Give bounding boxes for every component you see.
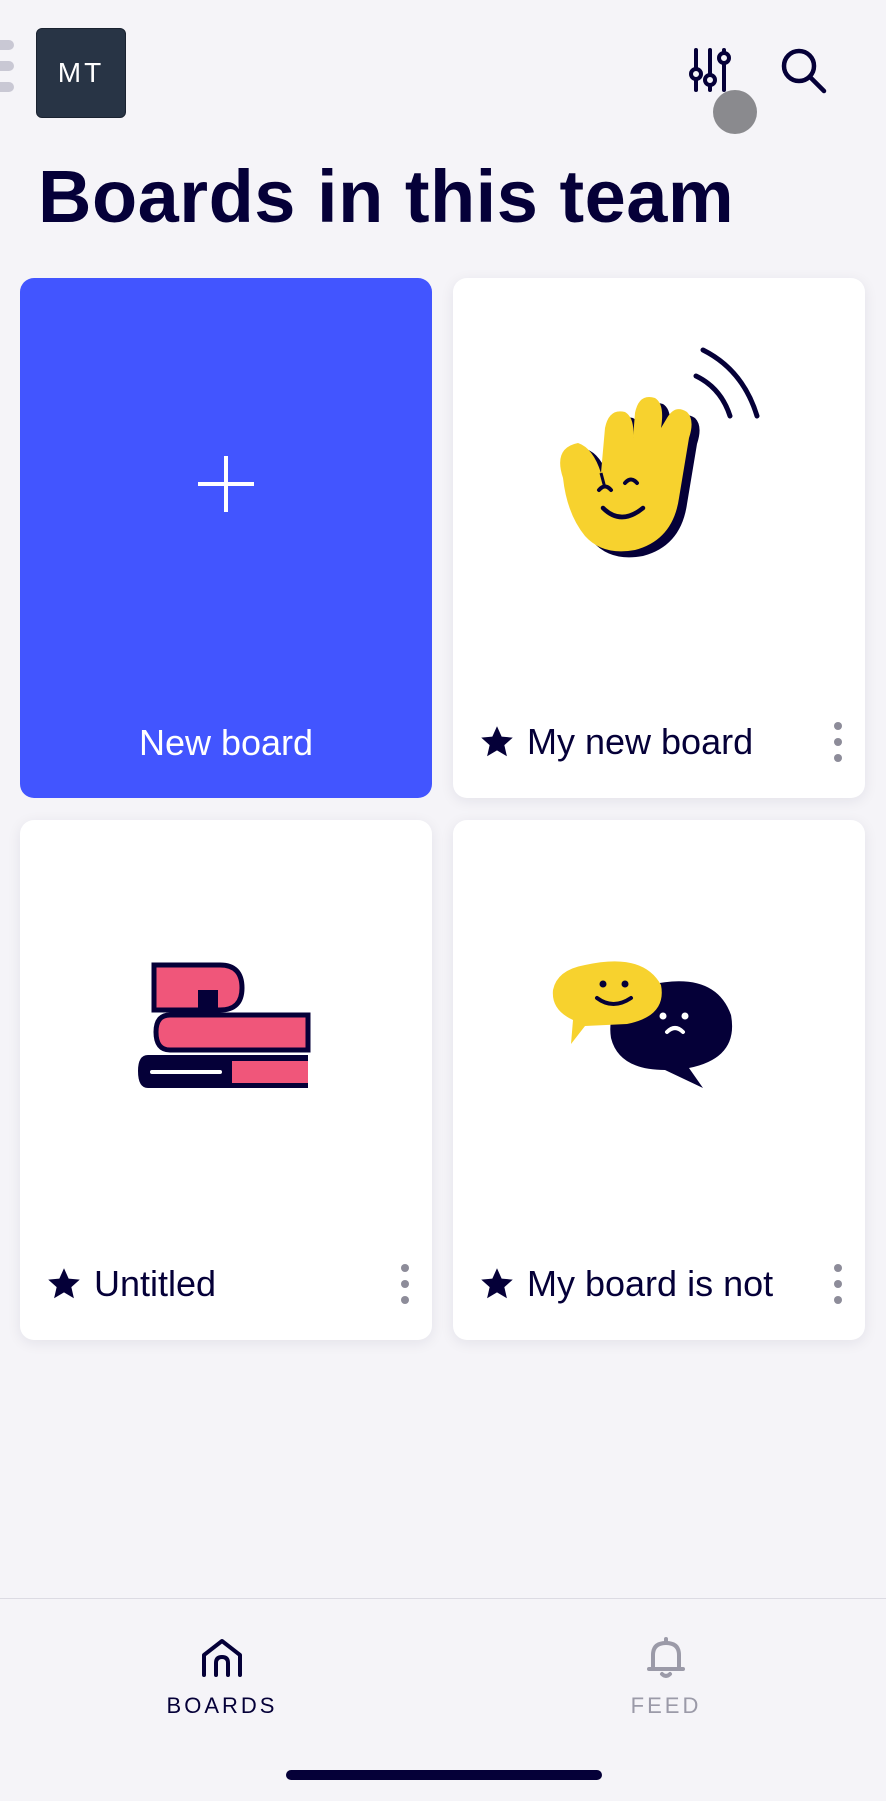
home-icon — [202, 1639, 242, 1677]
tab-feed-label: FEED — [630, 1693, 702, 1718]
search-icon — [781, 48, 827, 94]
bell-icon — [647, 1637, 685, 1678]
page-title: Boards in this team — [38, 155, 735, 238]
star-icon[interactable] — [479, 1266, 515, 1302]
search-button[interactable] — [776, 44, 832, 100]
tab-boards-label: BOARDS — [166, 1693, 278, 1718]
board-card[interactable]: Untitled — [20, 820, 432, 1340]
home-indicator — [286, 1770, 602, 1780]
more-options-button[interactable] — [829, 720, 847, 764]
star-icon[interactable] — [46, 1266, 82, 1302]
board-card[interactable]: My board is not — [453, 820, 865, 1340]
books-icon — [138, 962, 311, 1088]
waving-hand-icon — [560, 347, 760, 558]
more-options-button[interactable] — [829, 1262, 847, 1306]
star-icon[interactable] — [479, 724, 515, 760]
sidebar-handle[interactable] — [0, 40, 16, 103]
new-board-card[interactable]: New board — [20, 278, 432, 798]
board-card[interactable]: My new board — [453, 278, 865, 798]
speech-bubbles-icon — [552, 961, 733, 1088]
touch-indicator — [713, 90, 757, 134]
board-name: My new board — [527, 721, 754, 762]
board-card-footer: Untitled — [46, 1262, 414, 1306]
board-card-footer: My new board — [479, 720, 847, 764]
new-board-label: New board — [138, 722, 314, 763]
more-options-button[interactable] — [396, 1262, 414, 1306]
team-avatar[interactable]: MT — [36, 28, 126, 118]
plus-icon — [198, 456, 254, 512]
board-name: Untitled — [94, 1263, 217, 1304]
board-card-footer: My board is not — [479, 1262, 847, 1306]
board-name: My board is not — [527, 1263, 774, 1304]
tab-feed[interactable]: FEED — [566, 1635, 766, 1719]
tab-boards[interactable]: BOARDS — [122, 1635, 322, 1719]
